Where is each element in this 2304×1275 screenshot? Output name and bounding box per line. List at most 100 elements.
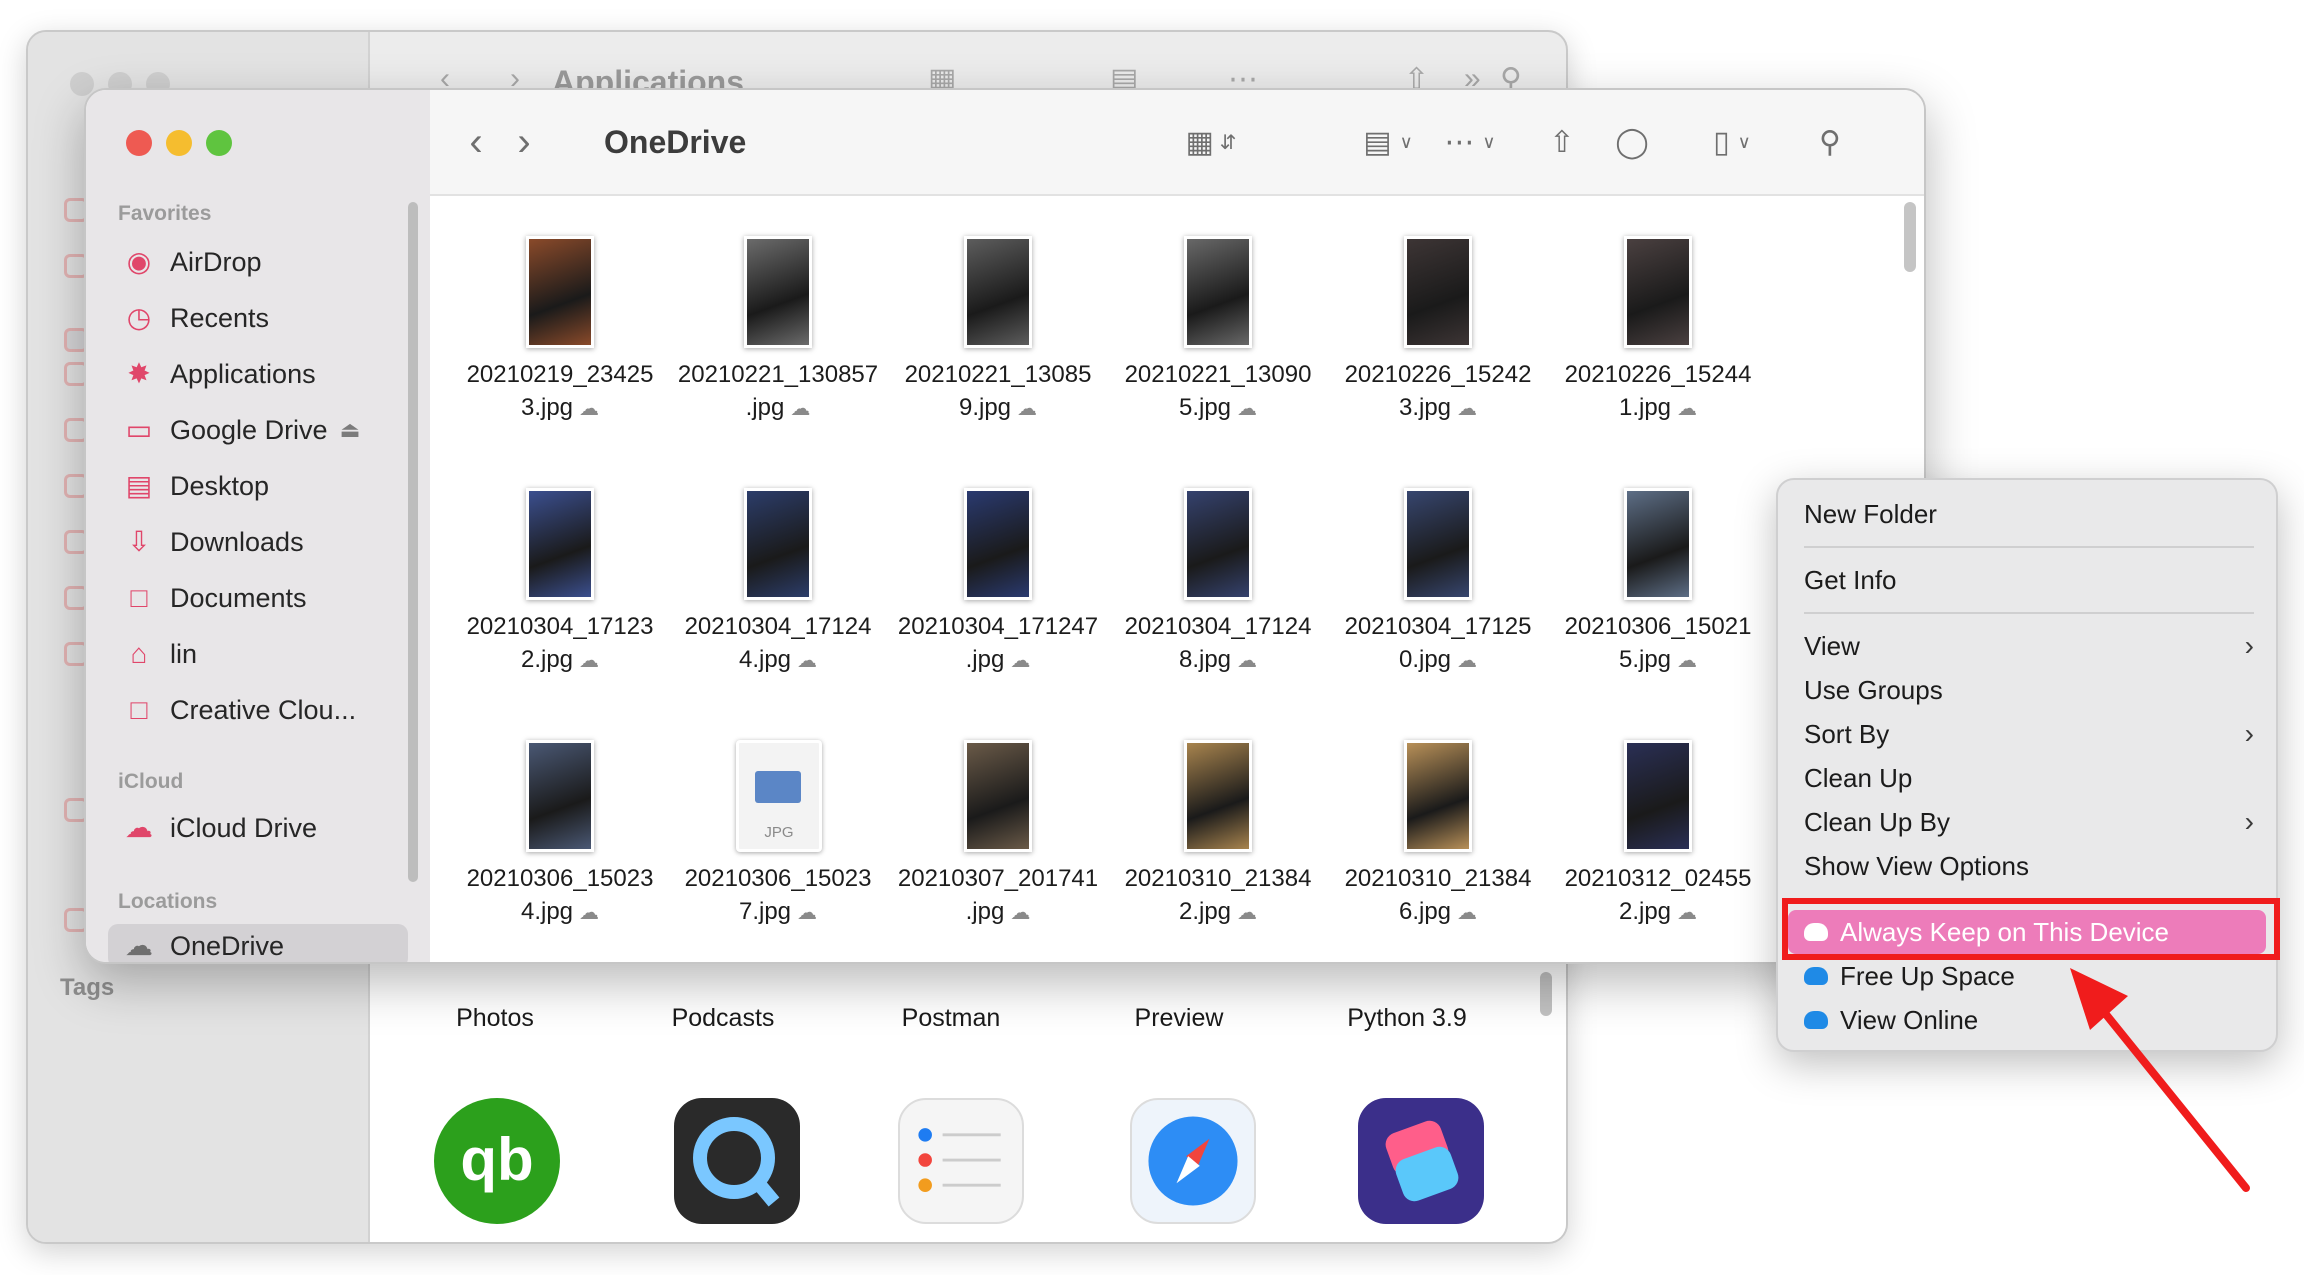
minimize-button[interactable]: [166, 130, 192, 156]
cloud-download-icon: ☁: [1237, 398, 1258, 420]
file-name-line2: 3.jpg: [520, 394, 574, 421]
image-thumbnail: [526, 740, 594, 852]
shortcuts-icon[interactable]: [1358, 1098, 1484, 1224]
menu-sort-by[interactable]: Sort By ›: [1788, 712, 2266, 756]
image-thumbnail: [1404, 236, 1472, 348]
grid-scrollbar[interactable]: [1904, 202, 1916, 272]
file-item[interactable]: 20210221_13090 5.jpg ☁: [1108, 216, 1328, 456]
sidebar-item-documents[interactable]: □ Documents: [108, 576, 408, 620]
eject-icon[interactable]: ⏏: [340, 417, 361, 443]
action-button[interactable]: ⋯ ∨: [1430, 120, 1510, 164]
file-item[interactable]: 20210226_15244 1.jpg ☁: [1548, 216, 1768, 456]
sidebar-item-airdrop[interactable]: ◉ AirDrop: [108, 240, 408, 284]
file-item[interactable]: 20210304_17125 0.jpg ☁: [1328, 468, 1548, 708]
file-name-line2: 0.jpg: [1398, 646, 1452, 673]
sidebar-scrollbar[interactable]: [408, 202, 418, 882]
file-name-line1: 20210310_21384: [1344, 865, 1532, 892]
file-name-line2: 7.jpg: [738, 898, 792, 925]
airdrop-icon: ◉: [126, 246, 152, 277]
sidebar-item-recents[interactable]: ◷ Recents: [108, 296, 408, 340]
sidebar-item-creative-cloud[interactable]: □ Creative Clou...: [108, 688, 408, 732]
file-name: 20210310_21384 6.jpg ☁: [1328, 862, 1548, 930]
sidebar-item-applications[interactable]: ✸ Applications: [108, 352, 408, 396]
file-item[interactable]: 20210307_201741 .jpg ☁: [888, 720, 1108, 960]
file-item[interactable]: 20210221_13085 9.jpg ☁: [888, 216, 1108, 456]
menu-new-folder[interactable]: New Folder: [1788, 492, 2266, 536]
sidebar-item-icloud-drive[interactable]: ☁ iCloud Drive: [108, 806, 408, 850]
file-item[interactable]: 20210219_23425 3.jpg ☁: [450, 216, 670, 456]
close-button[interactable]: [126, 130, 152, 156]
reminders-icon[interactable]: [898, 1098, 1024, 1224]
tag-button[interactable]: ◯: [1612, 120, 1652, 164]
cloud-download-icon: ☁: [579, 902, 600, 924]
back-scrollbar[interactable]: [1540, 972, 1552, 1016]
file-grid: 20210219_23425 3.jpg ☁ 20210221_130857 .jpg ☁…: [430, 196, 1924, 962]
menu-item-label: Free Up Space: [1840, 960, 2015, 991]
image-preview: [755, 771, 801, 803]
share-button[interactable]: ⇧: [1542, 120, 1582, 164]
search-icon: ⚲: [1819, 125, 1841, 159]
file-name: 20210221_13090 5.jpg ☁: [1108, 358, 1328, 426]
safari-icon[interactable]: [1130, 1098, 1256, 1224]
file-item[interactable]: 20210310_21384 2.jpg ☁: [1108, 720, 1328, 960]
sidebar-item-downloads[interactable]: ⇩ Downloads: [108, 520, 408, 564]
menu-view-online[interactable]: View Online: [1788, 998, 2266, 1042]
file-item[interactable]: 20210304_171247 .jpg ☁: [888, 468, 1108, 708]
file-item[interactable]: 20210312_02455 2.jpg ☁: [1548, 720, 1768, 960]
file-item[interactable]: 20210226_15242 3.jpg ☁: [1328, 216, 1548, 456]
file-name: 20210304_171247 .jpg ☁: [888, 610, 1108, 678]
cloud-download-icon: ☁: [1237, 650, 1258, 672]
downloads-icon: ⇩: [127, 526, 151, 557]
sidebar-item-desktop[interactable]: ▤ Desktop: [108, 464, 408, 508]
file-item[interactable]: 20210304_17123 2.jpg ☁: [450, 468, 670, 708]
file-item[interactable]: 20210306_15021 5.jpg ☁: [1548, 468, 1768, 708]
cloud-download-icon: ☁: [790, 398, 811, 420]
file-item[interactable]: 20210306_15023 4.jpg ☁: [450, 720, 670, 960]
back-tags-label: Tags: [60, 974, 115, 1001]
app-label-postman[interactable]: Postman: [836, 1004, 1066, 1033]
file-name: 20210304_17124 8.jpg ☁: [1108, 610, 1328, 678]
group-button[interactable]: ▤ ∨: [1348, 120, 1428, 164]
app-label-photos[interactable]: Photos: [380, 1004, 610, 1033]
file-item[interactable]: JPG 20210306_15023 7.jpg ☁: [668, 720, 888, 960]
file-item[interactable]: 20210304_17124 8.jpg ☁: [1108, 468, 1328, 708]
menu-get-info[interactable]: Get Info: [1788, 558, 2266, 602]
sidebar-item-onedrive[interactable]: ☁ OneDrive: [108, 924, 408, 962]
cloud-download-icon: ☁: [1457, 650, 1478, 672]
onedrive-menu-button[interactable]: ▯ ∨: [1692, 120, 1772, 164]
search-button[interactable]: ⚲: [1810, 120, 1850, 164]
app-label-preview[interactable]: Preview: [1064, 1004, 1294, 1033]
file-item[interactable]: 20210304_17124 4.jpg ☁: [668, 468, 888, 708]
menu-free-up-space[interactable]: Free Up Space: [1788, 954, 2266, 998]
app-label-python[interactable]: Python 3.9: [1292, 1004, 1522, 1033]
cloud-download-icon: ☁: [1237, 902, 1258, 924]
menu-item-label: View Online: [1840, 1004, 1979, 1035]
cloud-download-icon: ☁: [797, 650, 818, 672]
sidebar-item-label: Documents: [170, 582, 307, 613]
quicktime-icon[interactable]: [674, 1098, 800, 1224]
forward-button[interactable]: ›: [506, 120, 542, 164]
file-name: 20210304_17124 4.jpg ☁: [668, 610, 888, 678]
icloud-heading: iCloud: [118, 770, 184, 793]
file-name: 20210306_15023 4.jpg ☁: [450, 862, 670, 930]
file-name-line1: 20210226_15242: [1344, 361, 1532, 388]
file-item[interactable]: 20210221_130857 .jpg ☁: [668, 216, 888, 456]
share-icon: ⇧: [1549, 125, 1575, 159]
back-button[interactable]: ‹: [458, 120, 494, 164]
quickbooks-icon[interactable]: qb: [434, 1098, 560, 1224]
menu-clean-up-by[interactable]: Clean Up By ›: [1788, 800, 2266, 844]
menu-clean-up[interactable]: Clean Up: [1788, 756, 2266, 800]
app-label-podcasts[interactable]: Podcasts: [608, 1004, 838, 1033]
zoom-button[interactable]: [206, 130, 232, 156]
file-name-line2: 4.jpg: [520, 898, 574, 925]
menu-use-groups[interactable]: Use Groups: [1788, 668, 2266, 712]
image-thumbnail: [526, 236, 594, 348]
menu-show-view-options[interactable]: Show View Options: [1788, 844, 2266, 888]
file-name-line2: 4.jpg: [738, 646, 792, 673]
sidebar-item-lin[interactable]: ⌂ lin: [108, 632, 408, 676]
menu-view[interactable]: View ›: [1788, 624, 2266, 668]
chevron-down-icon: ∨: [1737, 131, 1751, 152]
file-item[interactable]: 20210310_21384 6.jpg ☁: [1328, 720, 1548, 960]
sidebar-item-google-drive[interactable]: ▭ Google Drive ⏏: [108, 408, 408, 452]
view-mode-button[interactable]: ▦ ⇵: [1176, 120, 1246, 164]
